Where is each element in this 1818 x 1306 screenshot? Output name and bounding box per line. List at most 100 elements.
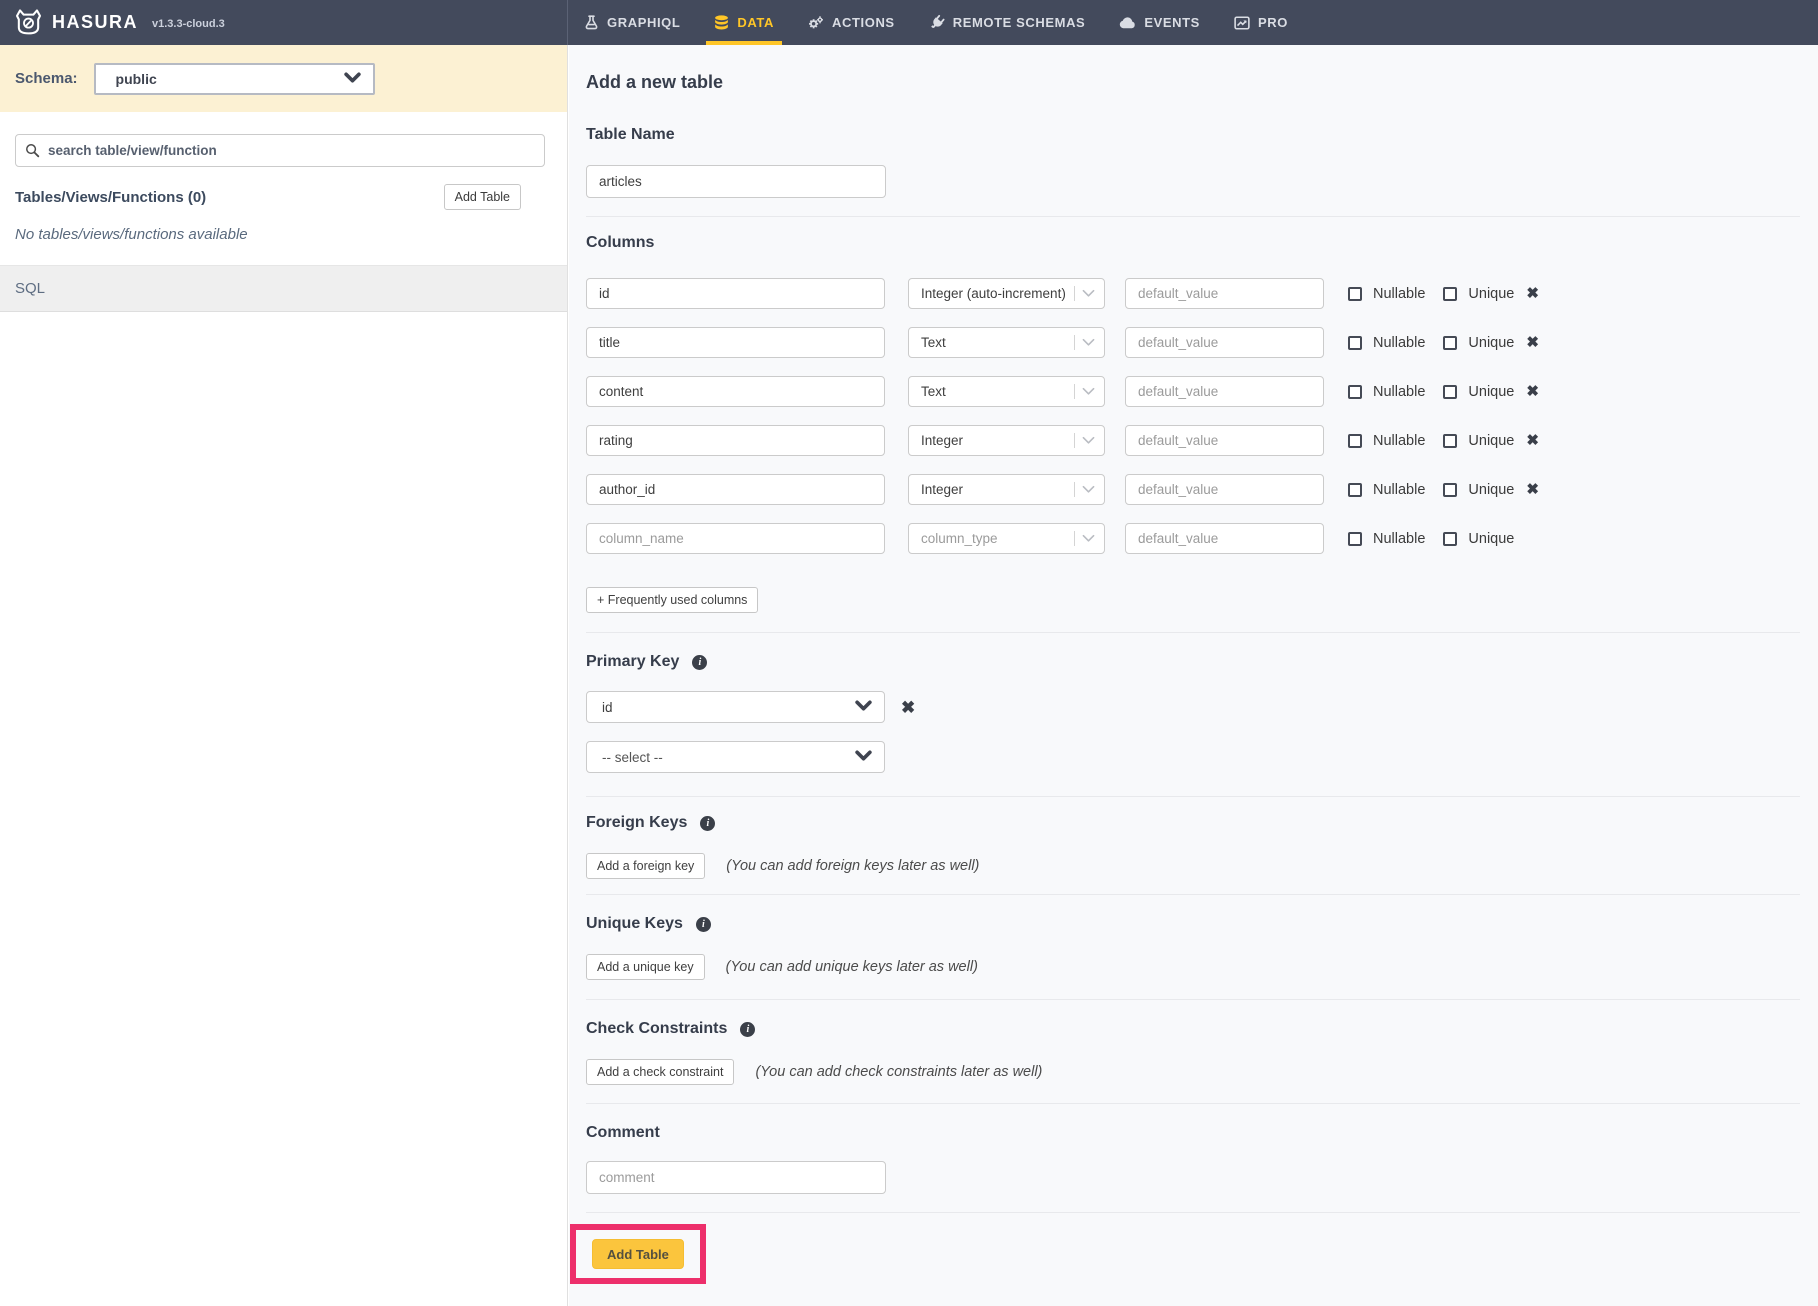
columns-label: Columns [586,234,1800,252]
comment-input[interactable] [586,1161,886,1194]
nav-tab-actions[interactable]: ACTIONS [808,0,895,45]
remove-column-icon[interactable]: ✖ [1526,433,1539,448]
nullable-checkbox[interactable] [1348,287,1362,301]
nullable-checkbox[interactable] [1348,483,1362,497]
nav-tab-remote-schemas[interactable]: REMOTE SCHEMAS [929,0,1086,45]
add-table-submit-button[interactable]: Add Table [592,1239,684,1269]
column-default-input[interactable] [1125,474,1324,505]
chevron-down-icon [855,698,872,716]
nav-tab-graphiql[interactable]: GRAPHIQL [584,0,680,45]
column-type-select[interactable]: Integer (auto-increment) [908,278,1105,309]
chevron-down-icon [855,748,872,766]
column-row: column_typeNullableUnique✖ [586,523,1800,554]
remove-primary-key-icon[interactable]: ✖ [901,699,915,716]
primary-key-label: Primary Key i [586,653,1800,671]
nav-tab-label: EVENTS [1144,15,1200,30]
unique-checkbox[interactable] [1443,483,1457,497]
add-check-constraint-button[interactable]: Add a check constraint [586,1059,734,1085]
gears-icon [808,15,824,31]
column-type-value: Text [921,335,1070,350]
sidebar-item-sql[interactable]: SQL [0,265,567,312]
unique-checkbox[interactable] [1443,385,1457,399]
add-unique-key-button[interactable]: Add a unique key [586,954,705,980]
select-divider [1074,286,1075,301]
unique-keys-note: (You can add unique keys later as well) [726,959,978,975]
remove-column-icon[interactable]: ✖ [1526,335,1539,350]
column-row: IntegerNullableUnique✖ [586,474,1800,505]
schema-select-value: public [116,71,344,87]
unique-checkbox[interactable] [1443,434,1457,448]
nullable-label: Nullable [1373,482,1425,498]
nav-tab-label: PRO [1258,15,1288,30]
column-name-input[interactable] [586,523,885,554]
chevron-down-icon [1082,481,1095,499]
nullable-checkbox[interactable] [1348,532,1362,546]
version-label: v1.3.3-cloud.3 [152,18,225,30]
foreign-keys-label: Foreign Keys i [586,814,1800,832]
column-name-input[interactable] [586,376,885,407]
select-divider [1074,335,1075,350]
primary-key-select-empty[interactable]: -- select -- [586,741,885,773]
schema-select[interactable]: public [94,63,375,95]
chart-icon [1234,15,1250,31]
remove-column-icon[interactable]: ✖ [1526,482,1539,497]
nav-tab-data[interactable]: DATA [714,0,774,45]
column-default-input[interactable] [1125,376,1324,407]
frequently-used-columns-button[interactable]: + Frequently used columns [586,587,758,613]
column-name-input[interactable] [586,474,885,505]
nullable-label: Nullable [1373,286,1425,302]
nav-tab-pro[interactable]: PRO [1234,0,1288,45]
info-icon[interactable]: i [696,917,711,932]
divider [586,894,1800,895]
sql-label: SQL [15,280,45,297]
search-input[interactable] [15,134,545,167]
add-foreign-key-button[interactable]: Add a foreign key [586,853,705,879]
nullable-label: Nullable [1373,384,1425,400]
column-default-input[interactable] [1125,425,1324,456]
table-name-input[interactable] [586,165,886,198]
info-icon[interactable]: i [740,1022,755,1037]
plug-icon [929,15,945,31]
column-type-select[interactable]: Integer [908,425,1105,456]
unique-checkbox[interactable] [1443,336,1457,350]
check-constraints-label-text: Check Constraints [586,1020,727,1038]
info-icon[interactable]: i [692,655,707,670]
nav-tab-events[interactable]: EVENTS [1119,0,1200,45]
column-row: Integer (auto-increment)NullableUnique✖ [586,278,1800,309]
search-wrap [15,134,545,167]
nullable-label: Nullable [1373,531,1425,547]
brand-zone: HASURA v1.3.3-cloud.3 [0,0,568,45]
unique-checkbox[interactable] [1443,287,1457,301]
sidebar-add-table-button[interactable]: Add Table [444,184,521,210]
remove-column-icon[interactable]: ✖ [1526,286,1539,301]
unique-checkbox[interactable] [1443,532,1457,546]
column-name-input[interactable] [586,327,885,358]
column-default-input[interactable] [1125,278,1324,309]
divider [586,999,1800,1000]
select-divider [1074,482,1075,497]
hasura-logo-icon [14,8,43,37]
nav-tab-label: DATA [737,15,774,30]
column-name-input[interactable] [586,278,885,309]
select-divider [1074,531,1075,546]
database-icon [714,15,729,30]
column-type-value: Integer (auto-increment) [921,286,1070,301]
flask-icon [584,15,599,30]
column-type-select[interactable]: Text [908,376,1105,407]
column-name-input[interactable] [586,425,885,456]
column-default-input[interactable] [1125,523,1324,554]
nullable-checkbox[interactable] [1348,336,1362,350]
column-type-select[interactable]: Integer [908,474,1105,505]
check-constraints-row: Add a check constraint (You can add chec… [586,1059,1800,1085]
nav-tab-label: ACTIONS [832,15,895,30]
primary-key-select[interactable]: id [586,691,885,723]
column-type-select[interactable]: Text [908,327,1105,358]
page-title: Add a new table [586,72,1800,93]
info-icon[interactable]: i [700,816,715,831]
nullable-checkbox[interactable] [1348,385,1362,399]
column-default-input[interactable] [1125,327,1324,358]
remove-column-icon[interactable]: ✖ [1526,384,1539,399]
column-row: TextNullableUnique✖ [586,327,1800,358]
column-type-select[interactable]: column_type [908,523,1105,554]
nullable-checkbox[interactable] [1348,434,1362,448]
